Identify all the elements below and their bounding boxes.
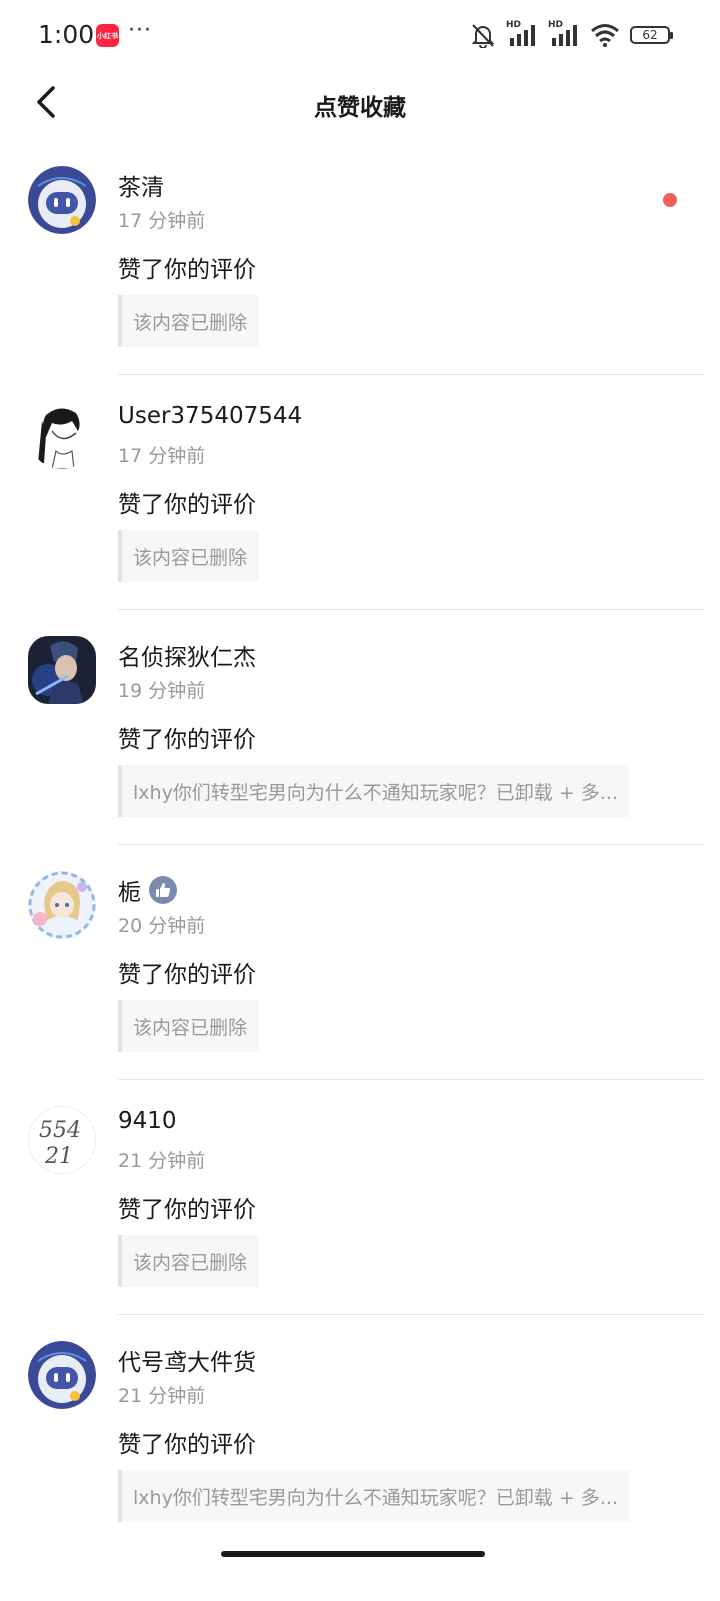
battery-icon: 62 [630,26,673,44]
robot-avatar-icon [28,166,96,234]
status-bar: 1:00 小红书 ··· HD HD 62 [0,0,720,70]
list-item[interactable]: 554 21 9410 21 分钟前 赞了你的评价 该内容已删除 [0,1080,720,1315]
timestamp: 19 分钟前 [118,680,206,702]
timestamp: 20 分钟前 [118,915,206,937]
page-title: 点赞收藏 [314,95,406,121]
handwriting-avatar-icon: 554 21 [39,1118,81,1169]
unread-dot [663,193,677,207]
username-text: 名侦探狄仁杰 [118,645,256,671]
avatar[interactable]: 554 21 [28,1106,96,1174]
action-text: 赞了你的评价 [118,962,256,988]
signal-bars-icon [552,25,577,46]
username[interactable]: 栀 [118,873,177,907]
username-text: 9410 [118,1108,177,1134]
thumbs-up-glyph [156,883,171,897]
action-text: 赞了你的评价 [118,1432,256,1458]
quoted-content[interactable]: lxhy你们转型宅男向为什么不通知玩家呢？已卸载 + 多... [118,765,630,817]
timestamp: 21 分钟前 [118,1385,206,1407]
timestamp: 17 分钟前 [118,445,206,467]
timestamp: 21 分钟前 [118,1150,206,1172]
quoted-content[interactable]: 该内容已删除 [118,1235,260,1287]
quoted-content[interactable]: 该内容已删除 [118,530,260,582]
mute-bell-icon [471,24,495,48]
username[interactable]: 名侦探狄仁杰 [118,638,256,672]
status-time: 1:00 [38,20,95,49]
robot-avatar-icon [28,1341,96,1409]
username[interactable]: 9410 [118,1108,177,1134]
username-text: 茶清 [118,175,164,201]
avatar[interactable] [28,1341,96,1409]
action-text: 赞了你的评价 [118,1197,256,1223]
username-text: 栀 [118,880,141,906]
quoted-content[interactable]: 该内容已删除 [118,295,260,347]
notification-list: 茶清 17 分钟前 赞了你的评价 该内容已删除 User375407544 17… [0,140,720,1550]
username-text: 代号鸢大件货 [118,1350,256,1376]
app-notification-icon: 小红书 [96,24,119,47]
status-icons: HD HD 62 [470,20,673,48]
signal-bars-icon [510,25,535,46]
username-text: User375407544 [118,403,303,429]
nav-bar: 点赞收藏 [0,70,720,136]
more-notifications-icon: ··· [128,18,152,43]
list-item[interactable]: 栀 20 分钟前 赞了你的评价 该内容已删除 [0,845,720,1080]
game-hero-avatar-icon [28,636,96,704]
avatar-text-2: 21 [44,1144,73,1169]
avatar[interactable] [28,871,96,939]
sketch-avatar-icon [28,401,96,469]
username[interactable]: 茶清 [118,168,164,202]
anime-girl-avatar-icon [28,871,96,939]
list-item[interactable]: 名侦探狄仁杰 19 分钟前 赞了你的评价 lxhy你们转型宅男向为什么不通知玩家… [0,610,720,845]
home-indicator[interactable] [221,1551,485,1557]
signal-2: HD [548,20,580,48]
list-item[interactable]: 茶清 17 分钟前 赞了你的评价 该内容已删除 [0,140,720,375]
username[interactable]: User375407544 [118,403,302,429]
list-item[interactable]: 代号鸢大件货 21 分钟前 赞了你的评价 lxhy你们转型宅男向为什么不通知玩家… [0,1315,720,1550]
list-item[interactable]: User375407544 17 分钟前 赞了你的评价 该内容已删除 [0,375,720,610]
quoted-content[interactable]: 该内容已删除 [118,1000,260,1052]
avatar[interactable] [28,401,96,469]
avatar[interactable] [28,636,96,704]
action-text: 赞了你的评价 [118,492,256,518]
wifi-icon [591,24,619,47]
action-text: 赞了你的评价 [118,257,256,283]
timestamp: 17 分钟前 [118,210,206,232]
action-text: 赞了你的评价 [118,727,256,753]
quoted-content[interactable]: lxhy你们转型宅男向为什么不通知玩家呢？已卸载 + 多... [118,1470,630,1522]
avatar[interactable] [28,166,96,234]
avatar-text-1: 554 [39,1118,81,1143]
signal-1: HD [506,20,538,48]
username[interactable]: 代号鸢大件货 [118,1343,256,1377]
thumbs-up-icon [149,876,177,904]
